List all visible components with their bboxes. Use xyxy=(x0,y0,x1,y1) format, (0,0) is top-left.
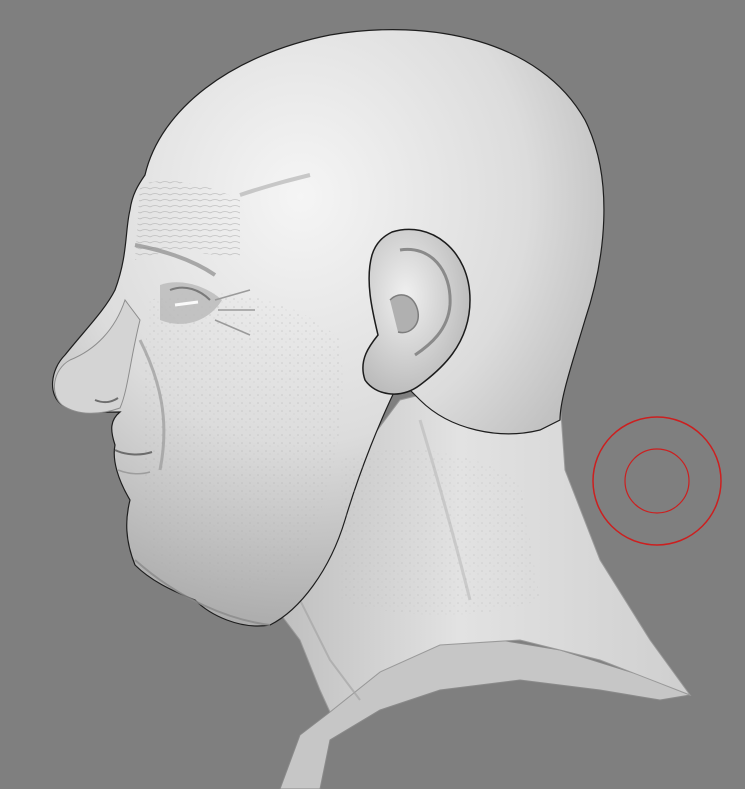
neck-texture xyxy=(340,449,540,615)
head-sculpt-mesh[interactable] xyxy=(0,0,745,789)
sculpt-viewport[interactable] xyxy=(0,0,745,789)
